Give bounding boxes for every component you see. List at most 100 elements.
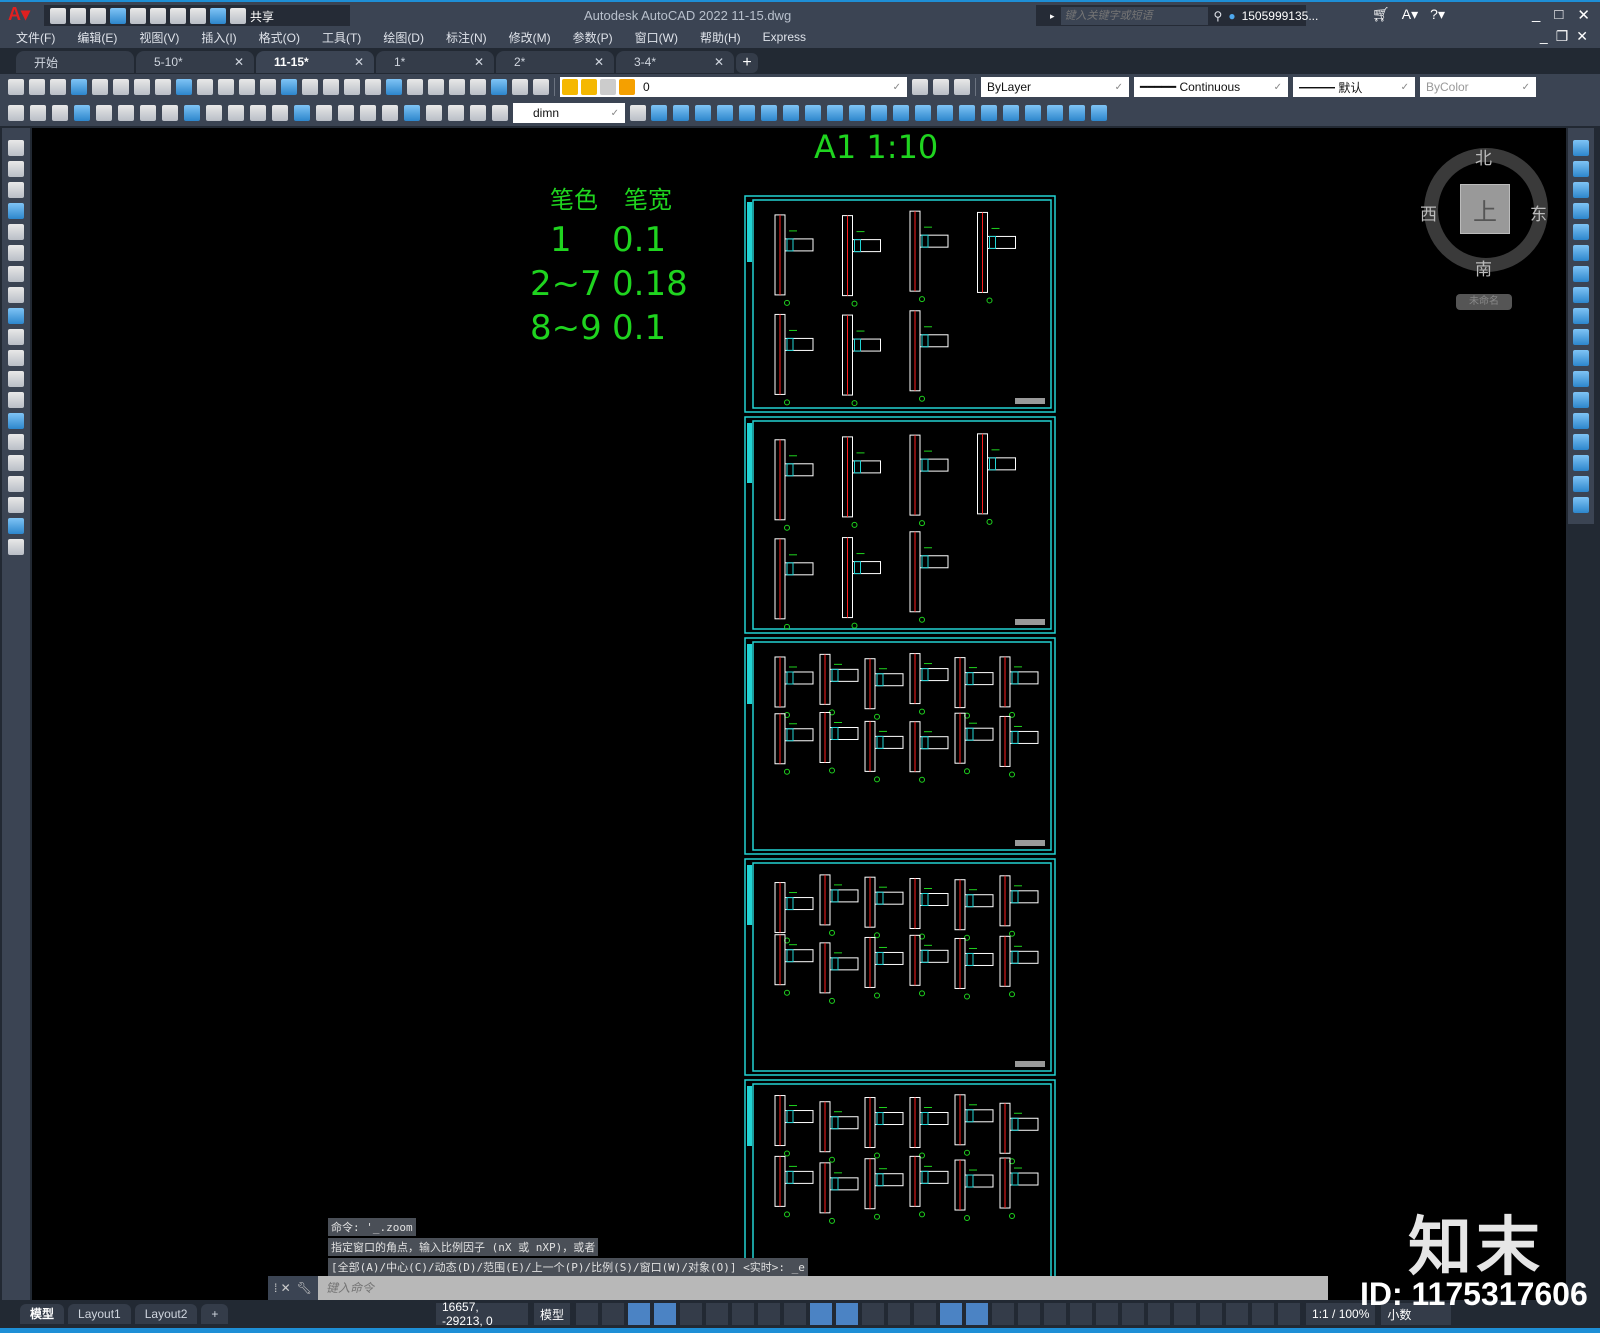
block-editor-icon[interactable] [239,79,255,95]
mirror-icon[interactable] [695,105,711,121]
linetype-dropdown[interactable]: ━━━━━ Continuous ✓ [1134,77,1288,97]
blend-icon[interactable] [1573,476,1589,492]
layer-on-icon[interactable] [562,79,578,95]
publish-icon[interactable] [113,79,129,95]
array-icon[interactable] [1573,224,1589,240]
paste-icon[interactable] [197,79,213,95]
break-at-point-icon[interactable] [1573,371,1589,387]
3d-osnap-icon[interactable] [888,1303,911,1325]
hatch-icon[interactable] [8,434,24,450]
aligned-dim-icon[interactable] [96,105,112,121]
stretch-icon[interactable] [1573,308,1589,324]
mirror-icon[interactable] [1573,182,1589,198]
table-icon[interactable] [8,497,24,513]
file-tab[interactable]: 1* ✕ [376,51,494,73]
offset-icon[interactable] [717,105,733,121]
menu-item[interactable]: 参数(P) [573,29,613,46]
tolerance-icon[interactable] [360,105,376,121]
dynamic-input-icon[interactable] [654,1303,677,1325]
markup-icon[interactable] [470,79,486,95]
dim-check-icon[interactable] [30,105,46,121]
3d-dwf-icon[interactable] [134,79,150,95]
wedge-icon[interactable] [1069,105,1085,121]
open-icon[interactable] [29,79,45,95]
break-icon[interactable] [1573,392,1589,408]
save-icon[interactable] [50,79,66,95]
customize-icon[interactable] [230,8,246,24]
fillet-icon[interactable] [959,105,975,121]
close-tab-icon[interactable]: ✕ [714,55,724,69]
copy-obj-icon[interactable] [673,105,689,121]
search-icon[interactable]: ⚲ [1214,9,1223,23]
redo-icon[interactable] [210,8,226,24]
new-icon[interactable] [8,79,24,95]
customize-command-icon[interactable]: 🔧︎ [297,1281,318,1295]
coordinates-readout[interactable]: 16657, -29213, 0 [436,1300,528,1328]
new-icon[interactable] [50,8,66,24]
menu-item[interactable]: 窗口(W) [635,29,678,46]
blend-icon[interactable] [981,105,997,121]
plot-preview-icon[interactable] [92,79,108,95]
file-tab[interactable]: 5-10* ✕ [136,51,254,73]
dim-edit2-icon[interactable] [448,105,464,121]
polyline-icon[interactable] [8,182,24,198]
offset-icon[interactable] [1573,203,1589,219]
autocad-logo-icon[interactable]: A▾ [8,4,30,25]
text-icon[interactable] [8,518,24,534]
expand-icon[interactable]: ▸ [1050,11,1055,22]
extend-icon[interactable] [1573,350,1589,366]
doc-restore-button[interactable]: ❐ [1556,28,1569,45]
osnap-tracking-icon[interactable] [758,1303,781,1325]
save-as-icon[interactable] [110,8,126,24]
copy-icon[interactable] [1573,161,1589,177]
close-button[interactable]: ✕ [1577,6,1590,24]
arc-icon[interactable] [8,245,24,261]
rotate-icon[interactable] [783,105,799,121]
open-icon[interactable] [70,8,86,24]
annotation-visibility-icon[interactable] [992,1303,1015,1325]
menu-item[interactable]: 工具(T) [322,29,361,46]
undo-icon[interactable] [190,8,206,24]
copy-icon[interactable] [176,79,192,95]
publish-icon[interactable] [150,8,166,24]
spline-icon[interactable] [8,308,24,324]
radius-icon[interactable] [162,105,178,121]
menu-item[interactable]: 编辑(E) [77,29,117,46]
tool-palettes-icon[interactable] [428,79,444,95]
menu-item[interactable]: 插入(I) [201,29,236,46]
dimstyle-icon[interactable] [630,105,646,121]
color-dropdown[interactable]: ByLayer ✓ [981,77,1129,97]
scale-icon[interactable] [805,105,821,121]
menu-item[interactable]: 帮助(H) [700,29,741,46]
menu-item[interactable]: Express [763,30,806,44]
isolate-icon[interactable] [1200,1303,1223,1325]
customize-icon[interactable] [1278,1303,1301,1325]
osnap-icon[interactable] [784,1303,807,1325]
close-tab-icon[interactable]: ✕ [594,55,604,69]
erase-icon[interactable] [651,105,667,121]
insert-block-icon[interactable] [8,371,24,387]
pan-icon[interactable] [302,79,318,95]
zoom-previous-icon[interactable] [365,79,381,95]
array-icon[interactable] [739,105,755,121]
grid-icon[interactable] [576,1303,599,1325]
chamfer-icon[interactable] [937,105,953,121]
layer-freeze-icon[interactable] [581,79,597,95]
menu-item[interactable]: 文件(F) [16,29,55,46]
redo-icon[interactable] [281,79,297,95]
annotation-monitor-icon[interactable] [1096,1303,1119,1325]
dim-layer-icon[interactable] [52,105,68,121]
join-icon[interactable] [1573,413,1589,429]
minimize-button[interactable]: _ [1532,6,1540,24]
zoom-window-icon[interactable] [344,79,360,95]
rectangle-icon[interactable] [8,224,24,240]
selection-cycling-icon[interactable] [862,1303,885,1325]
rectangle-icon[interactable] [1025,105,1041,121]
model-space-button[interactable]: 模型 [534,1303,571,1325]
viewcube-east[interactable]: 东 [1530,200,1547,225]
file-tab[interactable]: 开始 [16,51,134,73]
explode-icon[interactable] [1003,105,1019,121]
jogged-icon[interactable] [184,105,200,121]
sheet-set-icon[interactable] [449,79,465,95]
diameter-icon[interactable] [206,105,222,121]
